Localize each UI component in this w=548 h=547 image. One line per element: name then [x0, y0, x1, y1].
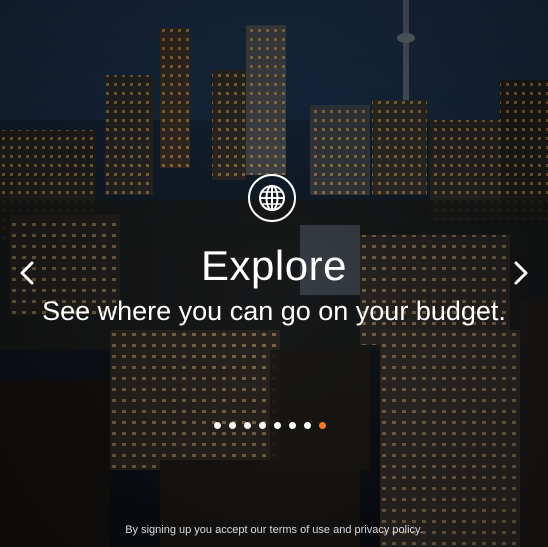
pagination-dot[interactable]: [289, 422, 296, 429]
footer-text-middle: and: [330, 524, 355, 536]
privacy-policy-link[interactable]: privacy policy: [355, 524, 420, 536]
next-slide-button[interactable]: [506, 258, 536, 288]
pagination-dot[interactable]: [259, 422, 266, 429]
footer-text-after: .: [419, 524, 423, 536]
pagination-dot[interactable]: [214, 422, 221, 429]
slide-title: Explore: [201, 242, 347, 289]
pagination-dot-active[interactable]: [319, 422, 326, 429]
pagination-dot[interactable]: [229, 422, 236, 429]
terms-of-use-link[interactable]: terms of use: [270, 524, 331, 536]
chevron-right-icon: [514, 261, 528, 285]
pagination-dot[interactable]: [274, 422, 281, 429]
pagination-dots: [214, 422, 326, 430]
onboarding-screen: Explore See where you can go on your bud…: [0, 0, 548, 547]
footer-text-before: By signing up you accept our: [125, 524, 270, 536]
legal-footer: By signing up you accept our terms of us…: [0, 523, 548, 537]
globe-icon: [248, 174, 296, 222]
slide-subtitle: See where you can go on your budget.: [42, 296, 506, 326]
pagination-dot[interactable]: [304, 422, 311, 429]
pagination-dot[interactable]: [244, 422, 251, 429]
previous-slide-button[interactable]: [12, 258, 42, 288]
chevron-left-icon: [20, 261, 34, 285]
